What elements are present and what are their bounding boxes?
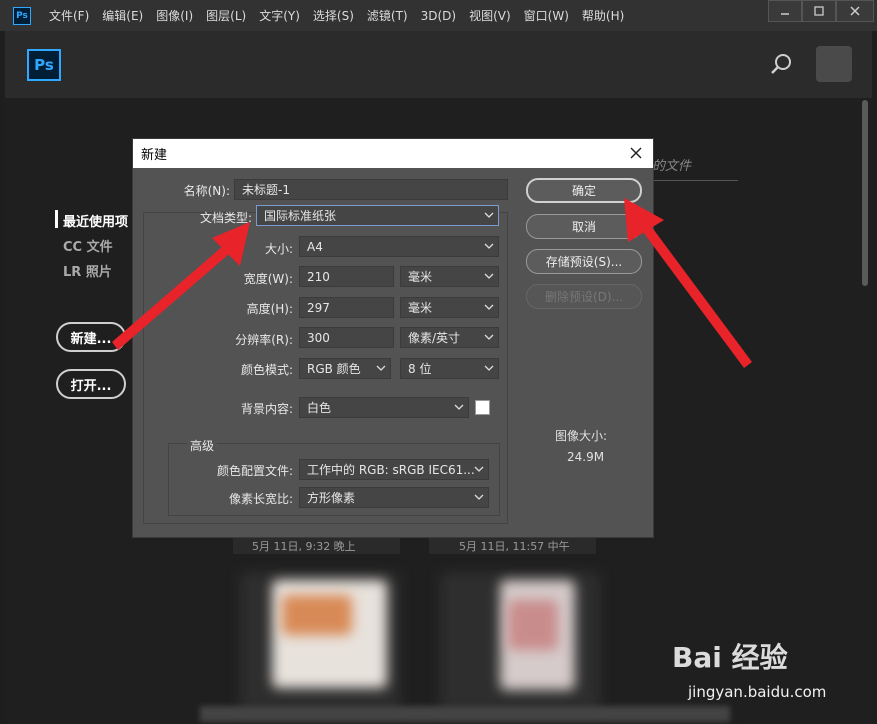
- name-label: 名称(N):: [183, 184, 230, 198]
- background-color-swatch[interactable]: [475, 400, 490, 415]
- thumbnail-label: 5月 11日, 11:57 中午: [459, 540, 570, 553]
- avatar[interactable]: [816, 46, 852, 82]
- height-input[interactable]: 297: [299, 297, 394, 318]
- chevron-down-icon: [484, 334, 494, 340]
- search-icon[interactable]: [769, 51, 795, 77]
- width-input[interactable]: 210: [299, 266, 394, 287]
- menu-edit[interactable]: 编辑(E): [102, 7, 143, 24]
- chevron-down-icon: [484, 365, 494, 371]
- doc-type-select[interactable]: 国际标准纸张: [256, 205, 499, 226]
- height-unit-value: 毫米: [408, 301, 433, 315]
- divider: [640, 180, 738, 181]
- chevron-down-icon: [474, 466, 484, 472]
- color-profile-value: 工作中的 RGB: sRGB IEC61...: [307, 463, 475, 477]
- width-label: 宽度(W):: [243, 272, 293, 286]
- chevron-down-icon: [376, 365, 386, 371]
- sidebar-item-cc-files[interactable]: CC 文件: [63, 236, 113, 255]
- sidebar-item-recent[interactable]: 最近使用项: [63, 211, 128, 230]
- pixel-aspect-label: 像素长宽比:: [228, 492, 293, 506]
- image-size-label: 图像大小:: [555, 429, 608, 443]
- advanced-label[interactable]: 高级: [187, 437, 218, 454]
- dialog-titlebar: 新建: [133, 139, 653, 168]
- image-size-value: 24.9M: [567, 450, 605, 464]
- delete-preset-button[interactable]: 删除预设(D)...: [526, 284, 642, 309]
- menu-bar: Ps 文件(F) 编辑(E) 图像(I) 图层(L) 文字(Y) 选择(S) 滤…: [0, 0, 877, 31]
- size-select[interactable]: A4: [299, 236, 499, 257]
- new-button[interactable]: 新建...: [56, 322, 126, 352]
- chevron-down-icon: [484, 304, 494, 310]
- thumbnail-strip: [200, 706, 730, 722]
- resolution-unit-select[interactable]: 像素/英寸: [400, 327, 499, 348]
- minimize-icon[interactable]: [768, 0, 802, 22]
- background-select[interactable]: 白色: [299, 397, 469, 418]
- home-header: Ps: [5, 31, 872, 98]
- size-label: 大小:: [264, 242, 293, 256]
- ok-button[interactable]: 确定: [526, 178, 642, 203]
- chevron-down-icon: [484, 212, 494, 218]
- bit-depth-value: 8 位: [408, 362, 432, 376]
- pixel-aspect-select[interactable]: 方形像素: [299, 487, 489, 508]
- menu-filter[interactable]: 滤镜(T): [367, 7, 408, 24]
- doc-type-label: 文档类型:: [199, 211, 252, 225]
- color-mode-select[interactable]: RGB 颜色: [299, 358, 391, 379]
- open-button[interactable]: 打开...: [56, 369, 126, 399]
- recent-header-fragment: 的文件: [652, 159, 692, 174]
- dialog-close-icon[interactable]: [627, 144, 645, 162]
- menu-3d[interactable]: 3D(D): [421, 9, 456, 23]
- thumbnail-image: [282, 595, 352, 635]
- thumbnail-image: [508, 600, 558, 650]
- menu-image[interactable]: 图像(I): [156, 7, 193, 24]
- menu-select[interactable]: 选择(S): [313, 7, 354, 24]
- scrollbar[interactable]: [862, 100, 868, 286]
- resolution-unit-value: 像素/英寸: [408, 331, 461, 345]
- height-unit-select[interactable]: 毫米: [400, 297, 499, 318]
- sidebar-active-marker: [55, 210, 58, 228]
- close-icon[interactable]: [836, 0, 874, 22]
- doc-type-value: 国际标准纸张: [264, 209, 337, 223]
- chevron-down-icon: [474, 494, 484, 500]
- name-input[interactable]: 未标题-1: [234, 179, 508, 200]
- menu-file[interactable]: 文件(F): [49, 7, 89, 24]
- menu-help[interactable]: 帮助(H): [582, 7, 624, 24]
- chevron-down-icon: [484, 273, 494, 279]
- chevron-down-icon: [454, 404, 464, 410]
- chevron-down-icon: [484, 243, 494, 249]
- menu-window[interactable]: 窗口(W): [524, 7, 569, 24]
- height-label: 高度(H):: [246, 302, 293, 316]
- maximize-icon[interactable]: [802, 0, 836, 22]
- bit-depth-select[interactable]: 8 位: [400, 358, 499, 379]
- background-value: 白色: [307, 401, 332, 415]
- cancel-button[interactable]: 取消: [526, 214, 642, 239]
- menu-type[interactable]: 文字(Y): [259, 7, 300, 24]
- sidebar-item-lr-photos[interactable]: LR 照片: [63, 261, 112, 280]
- width-unit-select[interactable]: 毫米: [400, 266, 499, 287]
- resolution-label: 分辨率(R):: [235, 333, 293, 347]
- background-label: 背景内容:: [240, 402, 293, 416]
- thumbnail-label: 5月 11日, 9:32 晚上: [252, 540, 356, 553]
- color-profile-label: 颜色配置文件:: [216, 464, 293, 478]
- pixel-aspect-value: 方形像素: [307, 491, 356, 505]
- menu-layer[interactable]: 图层(L): [206, 7, 246, 24]
- save-preset-button[interactable]: 存储预设(S)...: [526, 249, 642, 274]
- baidu-watermark-url: jingyan.baidu.com: [688, 683, 827, 701]
- resolution-input[interactable]: 300: [299, 327, 394, 348]
- color-mode-label: 颜色模式:: [240, 363, 293, 377]
- color-mode-value: RGB 颜色: [307, 362, 361, 376]
- ps-logo: Ps: [27, 49, 61, 81]
- width-unit-value: 毫米: [408, 270, 433, 284]
- menu-view[interactable]: 视图(V): [469, 7, 511, 24]
- color-profile-select[interactable]: 工作中的 RGB: sRGB IEC61...: [299, 459, 489, 480]
- dialog-title: 新建: [141, 148, 168, 163]
- size-value: A4: [307, 239, 323, 254]
- photoshop-app-icon[interactable]: Ps: [13, 6, 31, 25]
- baidu-watermark-logo: Bai 经验: [672, 641, 788, 674]
